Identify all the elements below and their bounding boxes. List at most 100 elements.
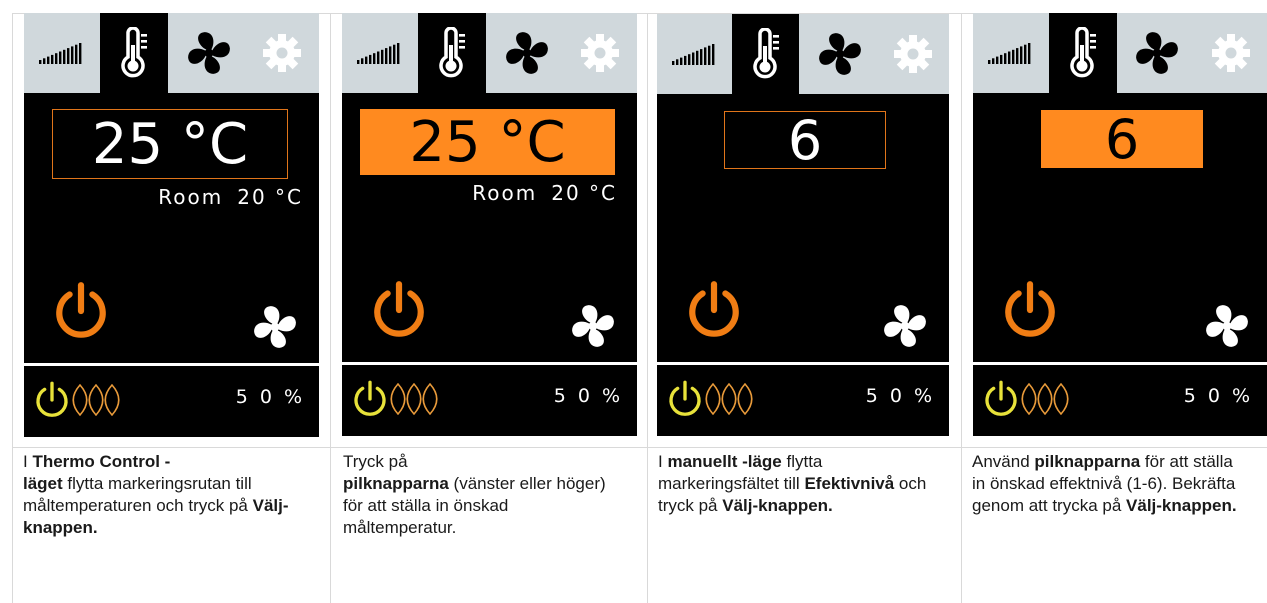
gear-icon <box>581 34 619 72</box>
instruction-caption: I manuellt -läge flytta markeringsfältet… <box>658 451 933 517</box>
tab-power-level[interactable] <box>973 13 1047 93</box>
target-value: 25 °C <box>409 109 566 175</box>
caption-text: Tryck på <box>343 452 408 471</box>
status-bar: 5 0 % <box>973 365 1267 436</box>
signal-bars-icon <box>39 42 83 64</box>
fan-button[interactable] <box>883 304 927 353</box>
fan-icon <box>818 32 862 76</box>
heat-waves-icon <box>705 382 757 420</box>
instruction-caption: Tryck på pilknapparna (vänster eller höge… <box>343 451 618 539</box>
caption-text: Använd <box>972 452 1035 471</box>
thermometer-icon <box>119 27 149 79</box>
power-icon <box>683 281 745 345</box>
tab-settings[interactable] <box>876 14 949 94</box>
power-icon <box>32 380 72 425</box>
tab-bar <box>973 13 1267 93</box>
device-display: 6 5 0 % <box>973 13 1267 436</box>
tab-bar <box>657 14 949 94</box>
tab-fan[interactable] <box>172 13 246 93</box>
tab-fan[interactable] <box>1120 13 1194 93</box>
power-icon <box>368 281 430 345</box>
caption-emphasis: Efektivnivå <box>804 474 895 493</box>
power-percent: 5 0 % <box>235 386 305 408</box>
status-bar: 5 0 % <box>24 366 319 437</box>
power-button[interactable] <box>999 279 1061 346</box>
tab-settings[interactable] <box>245 13 319 93</box>
heat-waves-icon <box>390 382 442 420</box>
power-icon <box>981 379 1021 424</box>
power-percent: 5 0 % <box>553 385 623 407</box>
fan-icon <box>253 306 297 353</box>
caption-emphasis: pilknapparna <box>343 474 449 493</box>
caption-emphasis: pilknapparna <box>1034 452 1141 471</box>
tab-bar <box>24 13 319 93</box>
status-bar: 5 0 % <box>342 365 637 436</box>
fan-icon <box>1135 31 1179 75</box>
gear-icon <box>893 35 932 73</box>
fan-icon <box>187 31 231 75</box>
tab-settings[interactable] <box>1194 13 1267 93</box>
device-display: 25 °C Room 20 °C 5 0 % <box>24 13 319 437</box>
status-bar: 5 0 % <box>657 365 949 436</box>
fan-button[interactable] <box>571 304 615 353</box>
power-button[interactable] <box>683 279 745 346</box>
target-value: 6 <box>1104 107 1140 171</box>
fan-icon <box>571 305 615 352</box>
thermometer-icon <box>1068 27 1098 79</box>
table-row-divider <box>12 447 1267 448</box>
gear-icon <box>263 34 301 72</box>
caption-emphasis: läget <box>23 474 63 493</box>
device-display: 6 5 0 % <box>657 14 949 436</box>
tab-power-level[interactable] <box>342 13 416 93</box>
tab-power-level[interactable] <box>24 13 98 93</box>
fan-button[interactable] <box>253 305 297 354</box>
fan-icon <box>883 305 927 352</box>
power-button[interactable] <box>368 279 430 346</box>
target-value: 6 <box>787 108 823 172</box>
table-column-border <box>330 13 331 603</box>
fan-button[interactable] <box>1205 304 1249 353</box>
tab-fan[interactable] <box>803 14 876 94</box>
fan-icon <box>1205 305 1249 352</box>
tab-fan[interactable] <box>490 13 564 93</box>
room-value: 20 °C <box>237 185 303 209</box>
table-column-border <box>12 13 13 603</box>
tab-thermo-control[interactable] <box>418 13 486 93</box>
table-column-border <box>647 13 648 603</box>
power-icon <box>350 379 390 424</box>
room-temperature: Room 20 °C <box>158 185 303 209</box>
tab-thermo-control[interactable] <box>1049 13 1117 93</box>
tab-thermo-control[interactable] <box>732 14 799 94</box>
signal-bars-icon <box>671 43 716 65</box>
instruction-caption: Använd pilknapparna för att ställa in ön… <box>972 451 1242 517</box>
fan-icon <box>505 31 549 75</box>
device-display: 25 °C Room 20 °C 5 0 % <box>342 13 637 436</box>
signal-bars-icon <box>357 42 401 64</box>
power-icon <box>50 282 112 346</box>
heat-waves-icon <box>72 383 124 421</box>
caption-emphasis: Välj-knappen. <box>722 496 833 515</box>
target-value-box[interactable]: 6 <box>724 108 886 172</box>
power-percent: 5 0 % <box>1183 385 1253 407</box>
room-temperature: Room 20 °C <box>472 181 617 205</box>
target-value-box[interactable]: 25 °C <box>360 109 615 175</box>
target-value-box[interactable]: 25 °C <box>52 109 288 179</box>
tab-power-level[interactable] <box>657 14 730 94</box>
tab-bar <box>342 13 637 93</box>
room-value: 20 °C <box>551 181 617 205</box>
tab-settings[interactable] <box>563 13 637 93</box>
caption-emphasis: Thermo Control - <box>32 452 171 471</box>
gear-icon <box>1212 34 1250 72</box>
room-label: Room <box>472 181 538 205</box>
heat-waves-icon <box>1021 382 1073 420</box>
caption-emphasis: manuellt -läge <box>667 452 782 471</box>
power-icon <box>999 281 1061 345</box>
instruction-caption: I Thermo Control - läget flytta markering… <box>23 451 298 539</box>
tab-thermo-control[interactable] <box>100 13 168 93</box>
caption-emphasis: Välj-knappen. <box>1126 496 1237 515</box>
power-button[interactable] <box>50 280 112 347</box>
room-label: Room <box>158 185 224 209</box>
target-value-box[interactable]: 6 <box>1041 107 1203 171</box>
power-percent: 5 0 % <box>865 385 935 407</box>
table-column-border <box>961 13 962 603</box>
